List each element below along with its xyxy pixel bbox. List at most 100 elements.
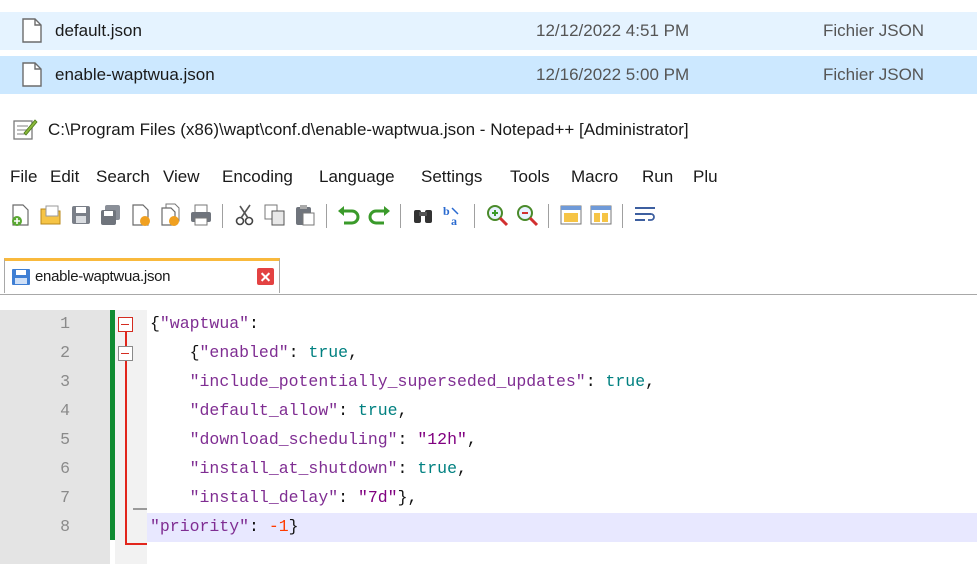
fold-end-line (125, 543, 147, 545)
line-number: 5 (60, 430, 70, 449)
redo-icon[interactable] (366, 202, 392, 228)
replace-icon[interactable]: b a (440, 202, 466, 228)
code-line[interactable]: 4 "default_allow": true, (0, 397, 977, 426)
code-token: : (338, 401, 358, 420)
code-token: , (456, 459, 467, 478)
code-text: {"waptwua": (150, 314, 259, 333)
code-token: } (288, 517, 299, 536)
zoom-out-icon[interactable] (514, 202, 540, 228)
save-all-icon[interactable] (98, 202, 124, 228)
menu-view[interactable]: View (163, 167, 200, 187)
code-token: , (397, 401, 408, 420)
window-titlebar[interactable]: C:\Program Files (x86)\wapt\conf.d\enabl… (0, 110, 977, 150)
copy-icon[interactable] (262, 202, 288, 228)
sync-horizontal-icon[interactable] (588, 202, 614, 228)
code-token: "default_allow" (189, 401, 339, 420)
svg-text:b: b (443, 204, 450, 218)
code-line[interactable]: 1 {"waptwua": (0, 310, 977, 339)
code-token: "install_delay" (189, 488, 339, 507)
document-icon (22, 62, 42, 87)
toolbar-separator (222, 204, 223, 228)
code-editor[interactable]: 1 {"waptwua": 2 {"enabled": true, 3 "includ… (0, 310, 977, 564)
menu-run[interactable]: Run (642, 167, 673, 187)
menu-plugins[interactable]: Plu (693, 167, 718, 187)
open-file-icon[interactable] (38, 202, 64, 228)
line-number: 4 (60, 401, 70, 420)
menu-tools[interactable]: Tools (510, 167, 550, 187)
zoom-in-icon[interactable] (484, 202, 510, 228)
menu-search[interactable]: Search (96, 167, 150, 187)
file-row-enable-waptwua-json[interactable]: enable-waptwua.json 12/16/2022 5:00 PM F… (0, 56, 977, 94)
code-token: : (288, 343, 309, 362)
code-text: "default_allow": true, (150, 401, 408, 420)
code-token: { (150, 343, 200, 362)
code-text: "download_scheduling": "12h", (150, 430, 477, 449)
close-all-icon[interactable] (158, 202, 184, 228)
code-token: "priority" (150, 517, 250, 536)
window-title: C:\Program Files (x86)\wapt\conf.d\enabl… (48, 120, 689, 139)
code-text: "install_at_shutdown": true, (150, 459, 467, 478)
code-token: , (348, 343, 358, 362)
file-row-default-json[interactable]: default.json 12/12/2022 4:51 PM Fichier … (0, 12, 977, 50)
code-line[interactable]: 5 "download_scheduling": "12h", (0, 426, 977, 455)
file-type: Fichier JSON (823, 21, 925, 40)
tab-enable-waptwua-json[interactable]: enable-waptwua.json (4, 258, 280, 293)
menu-settings[interactable]: Settings (421, 167, 482, 187)
code-line[interactable]: 3 "include_potentially_superseded_update… (0, 368, 977, 397)
menu-language[interactable]: Language (319, 167, 395, 187)
print-icon[interactable] (188, 202, 214, 228)
menu-edit[interactable]: Edit (50, 167, 79, 187)
line-number: 6 (60, 459, 70, 478)
code-token: : (397, 459, 418, 478)
code-line[interactable]: 6 "install_at_shutdown": true, (0, 455, 977, 484)
code-token: , (645, 372, 656, 391)
sync-vertical-icon[interactable] (558, 202, 584, 228)
svg-text:a: a (451, 214, 457, 228)
menu-macro[interactable]: Macro (571, 167, 618, 187)
toolbar-separator (326, 204, 327, 228)
find-icon[interactable] (410, 202, 436, 228)
code-token: "waptwua" (159, 314, 250, 333)
close-tab-icon[interactable] (257, 268, 274, 285)
code-line[interactable]: 7 "install_delay": "7d"}, (0, 484, 977, 513)
code-token: "7d" (357, 488, 398, 507)
menu-encoding[interactable]: Encoding (222, 167, 293, 187)
undo-icon[interactable] (336, 202, 362, 228)
toolbar-separator (474, 204, 475, 228)
word-wrap-icon[interactable] (632, 202, 658, 228)
save-icon[interactable] (68, 202, 94, 228)
code-line[interactable]: 8 "priority": -1} (60, 513, 977, 542)
code-text: "priority": -1} (150, 517, 299, 536)
code-token: -1 (268, 517, 289, 536)
file-type: Fichier JSON (823, 65, 925, 84)
code-token: : (249, 314, 259, 333)
new-file-icon[interactable] (8, 202, 34, 228)
close-file-icon[interactable] (128, 202, 154, 228)
tab-label: enable-waptwua.json (35, 268, 171, 285)
code-token: "download_scheduling" (189, 430, 398, 449)
line-number: 1 (60, 314, 70, 333)
line-number: 3 (60, 372, 70, 391)
tab-strip: enable-waptwua.json (0, 258, 977, 295)
code-token: "include_potentially_superseded_updates" (189, 372, 586, 391)
code-token: { (150, 314, 160, 333)
code-token: "enabled" (199, 343, 289, 362)
code-line[interactable]: 2 {"enabled": true, (0, 339, 977, 368)
cut-icon[interactable] (232, 202, 258, 228)
paste-icon[interactable] (292, 202, 318, 228)
code-text: "install_delay": "7d"}, (150, 488, 418, 507)
file-name: default.json (55, 21, 142, 40)
code-text: {"enabled": true, (150, 343, 358, 362)
document-icon (22, 18, 42, 43)
line-number: 7 (60, 488, 70, 507)
menu-file[interactable]: File (10, 167, 37, 187)
toolbar: b a (0, 198, 977, 234)
file-date: 12/12/2022 4:51 PM (536, 21, 690, 40)
saved-document-icon (12, 269, 30, 285)
code-token: : (585, 372, 606, 391)
code-token: : (338, 488, 358, 507)
